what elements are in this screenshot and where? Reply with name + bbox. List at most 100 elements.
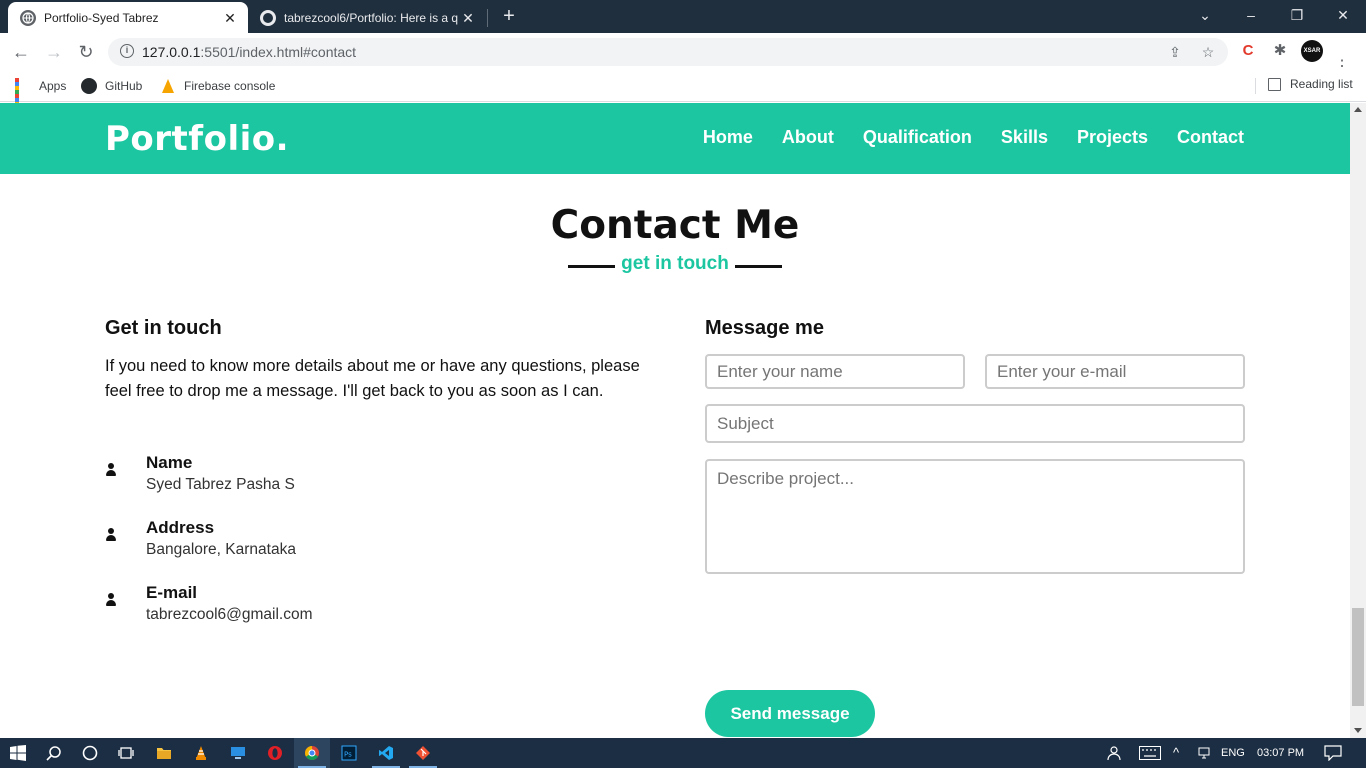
maximize-icon[interactable]: ❐ — [1274, 0, 1320, 30]
tab-github[interactable]: tabrezcool6/Portfolio: Here is a q ✕ — [250, 2, 486, 33]
keyboard-icon[interactable] — [1139, 738, 1161, 768]
notifications-icon[interactable] — [1324, 738, 1342, 768]
page-scrollbar[interactable] — [1350, 103, 1366, 738]
apps-grid-icon — [15, 78, 31, 114]
contact-info-column: Get in touch If you need to know more de… — [105, 317, 650, 623]
share-icon[interactable]: ⇪ — [1166, 43, 1184, 61]
clock[interactable]: 03:07 PM — [1257, 738, 1304, 768]
info-paragraph: If you need to know more details about m… — [105, 357, 640, 400]
vlc-icon[interactable] — [183, 738, 219, 768]
user-icon — [105, 593, 117, 607]
url-text: 127.0.0.1:5501/index.html#contact — [142, 44, 356, 60]
github-icon — [81, 78, 97, 94]
browser-toolbar: ← → ↻ i 127.0.0.1:5501/index.html#contac… — [0, 33, 1366, 75]
firebase-icon — [160, 78, 176, 94]
chrome-icon[interactable] — [294, 738, 330, 768]
bookmark-firebase[interactable]: Firebase console — [160, 77, 275, 95]
globe-icon — [20, 9, 36, 26]
people-icon[interactable] — [1105, 738, 1121, 768]
site-info-icon[interactable]: i — [120, 44, 134, 58]
language-indicator[interactable]: ENG — [1221, 738, 1245, 768]
bookmarks-separator — [1255, 78, 1256, 94]
bookmark-star-icon[interactable]: ☆ — [1199, 43, 1217, 61]
subtitle-line-right — [735, 265, 782, 268]
nav-contact[interactable]: Contact — [1177, 127, 1244, 148]
url-host: 127.0.0.1 — [142, 44, 201, 60]
info-item-name: Name Syed Tabrez Pasha S — [105, 453, 505, 503]
info-label: Address — [146, 518, 215, 537]
search-icon[interactable] — [36, 738, 72, 768]
tab-title: tabrezcool6/Portfolio: Here is a q — [284, 10, 459, 25]
send-message-button[interactable]: Send message — [705, 690, 875, 737]
photoshop-icon[interactable]: Ps — [331, 738, 367, 768]
network-icon[interactable] — [1197, 738, 1211, 768]
info-value: Syed Tabrez Pasha S — [146, 476, 295, 493]
bookmark-github[interactable]: GitHub — [81, 77, 142, 95]
tab-separator — [487, 9, 488, 27]
bookmark-label: Apps — [39, 79, 67, 93]
scroll-up-icon[interactable] — [1354, 107, 1362, 112]
reload-icon[interactable]: ↻ — [74, 40, 98, 64]
windows-taskbar: Ps ^ ENG 03:07 PM — [0, 738, 1366, 768]
close-tab-icon[interactable]: ✕ — [222, 10, 238, 26]
info-label: E-mail — [146, 583, 198, 602]
info-heading: Get in touch — [105, 317, 222, 339]
extensions-puzzle-icon[interactable]: ✱ — [1270, 41, 1290, 61]
form-heading: Message me — [705, 317, 824, 339]
info-item-email: E-mail tabrezcool6@gmail.com — [105, 583, 505, 633]
nav-about[interactable]: About — [782, 127, 834, 148]
info-value: tabrezcool6@gmail.com — [146, 606, 313, 623]
svg-text:Ps: Ps — [344, 751, 352, 759]
subject-input[interactable] — [705, 404, 1245, 443]
tab-search-chevron-icon[interactable]: ⌄ — [1182, 0, 1228, 30]
site-menu: Home About Qualification Skills Projects… — [703, 127, 1244, 148]
user-icon — [105, 528, 117, 542]
profile-avatar[interactable]: XSAR — [1301, 40, 1323, 62]
monitor-app-icon[interactable] — [220, 738, 256, 768]
cortana-icon[interactable] — [72, 738, 108, 768]
forward-arrow-icon[interactable]: → — [42, 40, 66, 64]
nav-qualification[interactable]: Qualification — [863, 127, 972, 148]
windows-start-icon[interactable] — [0, 738, 36, 768]
section-title: Contact Me — [550, 203, 800, 248]
tab-portfolio[interactable]: Portfolio-Syed Tabrez ✕ — [8, 2, 248, 33]
minimize-icon[interactable]: – — [1228, 0, 1274, 30]
nav-skills[interactable]: Skills — [1001, 127, 1048, 148]
reading-list-icon — [1268, 77, 1281, 91]
back-arrow-icon[interactable]: ← — [9, 40, 33, 64]
subtitle-text: get in touch — [621, 253, 729, 274]
scroll-down-icon[interactable] — [1354, 728, 1362, 733]
info-label: Name — [146, 453, 193, 472]
tab-strip: Portfolio-Syed Tabrez ✕ tabrezcool6/Port… — [0, 0, 1366, 33]
task-view-icon[interactable] — [108, 738, 144, 768]
bookmarks-bar: Apps GitHub Firebase console Reading lis… — [0, 70, 1366, 114]
extension-c-icon[interactable]: C — [1238, 41, 1258, 61]
nav-projects[interactable]: Projects — [1077, 127, 1148, 148]
vscode-icon[interactable] — [368, 738, 404, 768]
close-tab-icon[interactable]: ✕ — [460, 10, 476, 26]
site-logo[interactable]: Portfolio. — [105, 119, 289, 159]
user-icon — [105, 463, 117, 477]
address-bar[interactable]: i 127.0.0.1:5501/index.html#contact ⇪ ☆ — [108, 38, 1228, 66]
page-viewport: Portfolio. Home About Qualification Skil… — [0, 103, 1350, 738]
file-explorer-icon[interactable] — [146, 738, 182, 768]
bookmark-apps[interactable]: Apps — [15, 77, 67, 114]
section-subtitle: get in touch — [568, 253, 782, 277]
reading-list-button[interactable]: Reading list — [1268, 77, 1353, 91]
contact-form: Message me Send message — [705, 317, 1245, 737]
git-app-icon[interactable] — [405, 738, 441, 768]
bookmark-label: Firebase console — [184, 79, 276, 93]
bookmark-label: GitHub — [105, 79, 143, 93]
opera-icon[interactable] — [257, 738, 293, 768]
tab-title: Portfolio-Syed Tabrez — [44, 10, 159, 25]
url-path: :5501/index.html#contact — [200, 44, 357, 60]
close-window-icon[interactable]: ✕ — [1320, 0, 1366, 30]
scroll-thumb[interactable] — [1352, 608, 1364, 706]
name-input[interactable] — [705, 354, 965, 389]
message-textarea[interactable] — [705, 459, 1245, 574]
chevron-up-icon[interactable]: ^ — [1173, 738, 1179, 768]
new-tab-icon[interactable]: + — [499, 6, 519, 26]
email-input[interactable] — [985, 354, 1245, 389]
nav-home[interactable]: Home — [703, 127, 753, 148]
site-navbar: Portfolio. Home About Qualification Skil… — [0, 103, 1350, 174]
